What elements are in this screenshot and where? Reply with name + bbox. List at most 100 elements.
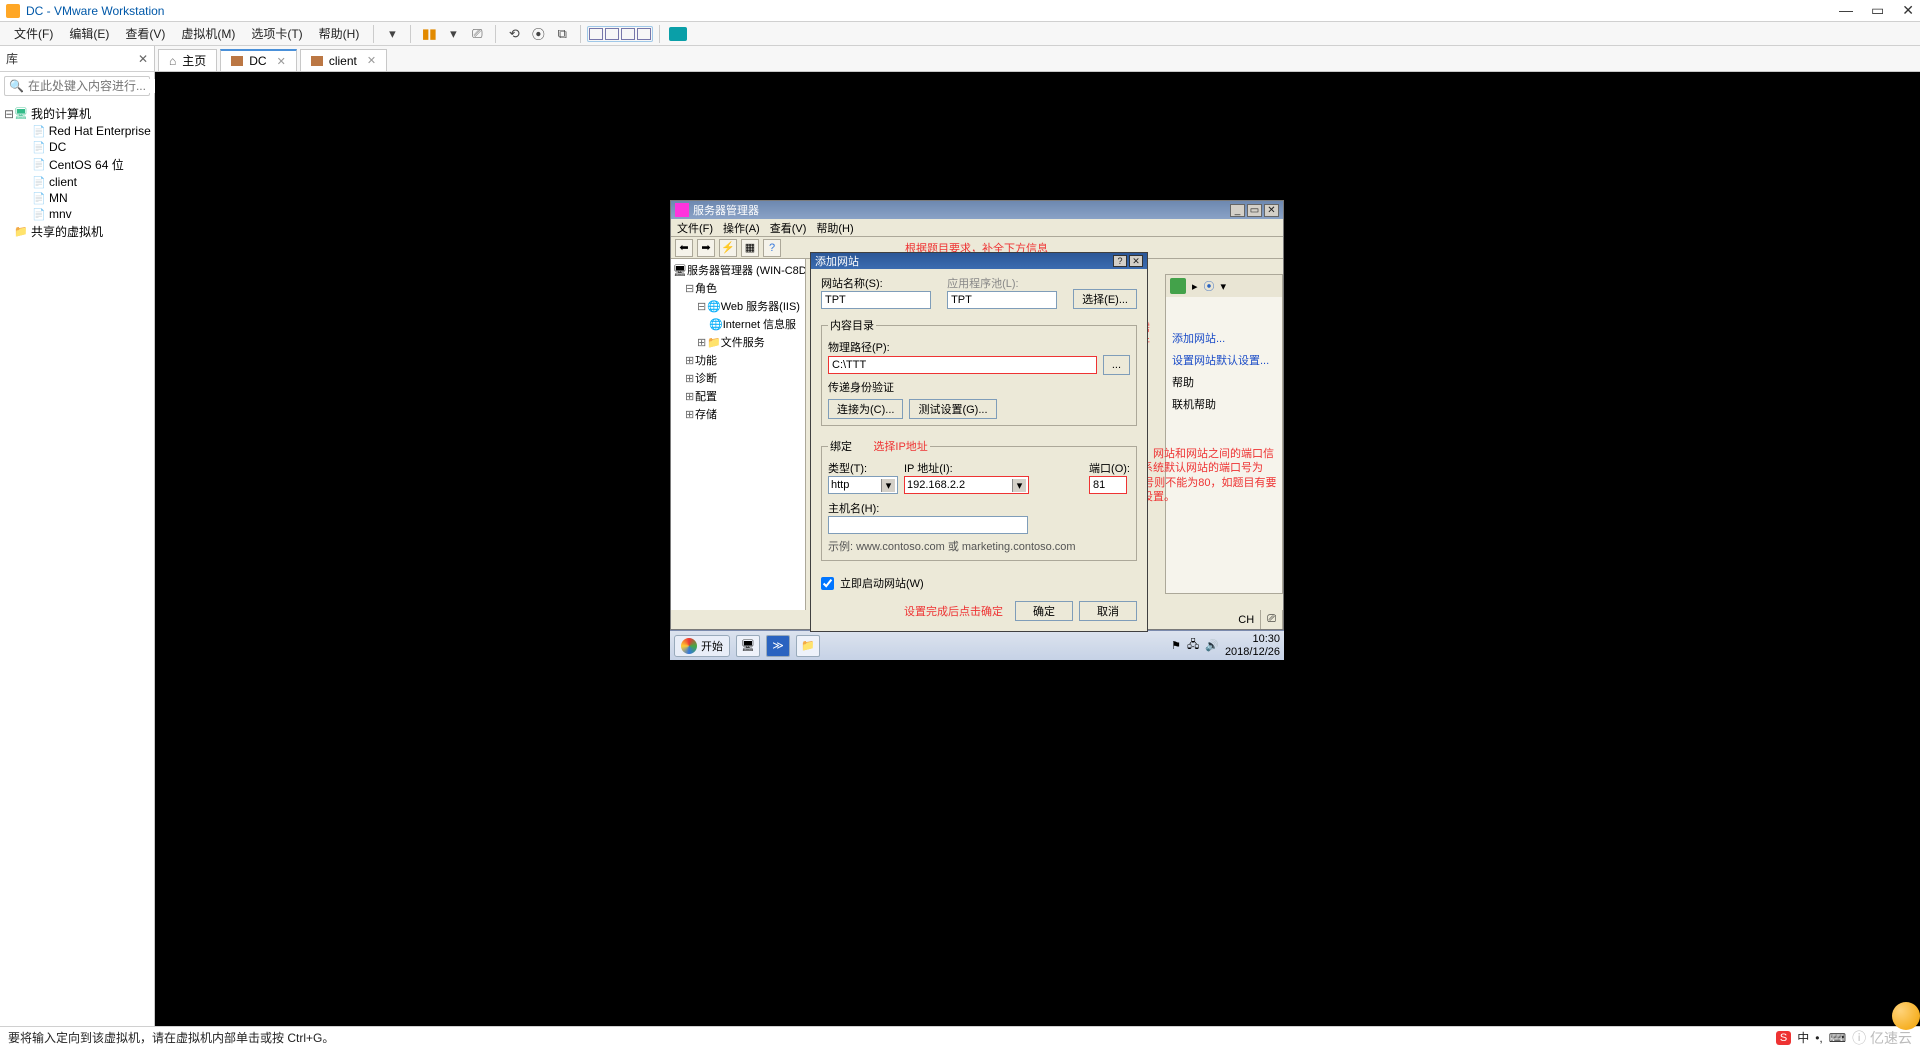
tab-home[interactable]: ⌂主页 bbox=[158, 49, 217, 71]
tree-roles[interactable]: ⊟角色 bbox=[673, 279, 803, 297]
close-button[interactable]: ✕ bbox=[1902, 2, 1914, 19]
dialog-close-button[interactable]: ✕ bbox=[1129, 255, 1143, 267]
send-keys-icon[interactable]: ⎚ bbox=[468, 25, 486, 43]
ip-combo[interactable]: 192.168.2.2▾ bbox=[904, 476, 1029, 494]
power-dropdown-icon[interactable]: ▾ bbox=[444, 25, 462, 43]
tree-item-mnv[interactable]: 📄mnv bbox=[2, 206, 152, 222]
add-site-link[interactable]: 添加网站... bbox=[1166, 327, 1282, 349]
menu-tabs[interactable]: 选项卡(T) bbox=[243, 25, 310, 42]
tree-item-client[interactable]: 📄client bbox=[2, 174, 152, 190]
guest-minimize-button[interactable]: _ bbox=[1230, 204, 1245, 217]
tree-storage[interactable]: ⊞存储 bbox=[673, 405, 803, 423]
vmware-statusbar: 要将输入定向到该虚拟机，请在虚拟机内部单击或按 Ctrl+G。 S 中 •, ⌨… bbox=[0, 1026, 1920, 1048]
phys-path-input[interactable] bbox=[828, 356, 1097, 374]
help-toolbar-icon[interactable]: ? bbox=[763, 239, 781, 257]
type-combo[interactable]: http▾ bbox=[828, 476, 898, 494]
set-defaults-link[interactable]: 设置网站默认设置... bbox=[1166, 349, 1282, 371]
home-toolbar-icon[interactable]: ▦ bbox=[741, 239, 759, 257]
maximize-button[interactable]: ▭ bbox=[1871, 2, 1884, 19]
guest-menu-action[interactable]: 操作(A) bbox=[723, 220, 760, 236]
test-settings-button[interactable]: 测试设置(G)... bbox=[909, 399, 996, 419]
start-immediately-checkbox[interactable] bbox=[821, 577, 834, 590]
taskbar-explorer-icon[interactable]: 📁 bbox=[796, 635, 820, 657]
port-input[interactable] bbox=[1089, 476, 1127, 494]
taskbar-server-manager-icon[interactable]: 🖥 bbox=[736, 635, 760, 657]
taskbar-clock[interactable]: 10:30 2018/12/26 bbox=[1225, 633, 1280, 657]
tree-item-centos[interactable]: 📄CentOS 64 位 bbox=[2, 155, 152, 174]
snapshot-icon[interactable]: ⟲ bbox=[505, 25, 523, 43]
guest-menu-file[interactable]: 文件(F) bbox=[677, 220, 713, 236]
view-mode-4-icon[interactable] bbox=[637, 28, 651, 40]
tree-features[interactable]: ⊞功能 bbox=[673, 351, 803, 369]
help-action-icon[interactable]: ⦿ bbox=[1204, 278, 1215, 294]
connect-as-button[interactable]: 连接为(C)... bbox=[828, 399, 903, 419]
online-help-link[interactable]: 联机帮助 bbox=[1166, 393, 1282, 415]
browse-path-button[interactable]: ... bbox=[1103, 355, 1130, 375]
nav-action-icon[interactable]: ▸ bbox=[1192, 280, 1198, 293]
ime-indicator[interactable]: CH bbox=[1232, 610, 1261, 629]
tree-item-dc[interactable]: 📄DC bbox=[2, 139, 152, 155]
guest-menu-help[interactable]: 帮助(H) bbox=[816, 220, 853, 236]
ime-cn[interactable]: 中 bbox=[1797, 1029, 1809, 1046]
ime-keyboard-icon[interactable]: ⌨ bbox=[1829, 1031, 1846, 1045]
snapshot-revert-icon[interactable]: ⦿ bbox=[529, 25, 547, 43]
start-button[interactable]: 开始 bbox=[674, 635, 730, 657]
pause-icon[interactable]: ▮▮ bbox=[420, 25, 438, 43]
guest-close-button[interactable]: ✕ bbox=[1264, 204, 1279, 217]
view-mode-3-icon[interactable] bbox=[621, 28, 635, 40]
server-manager-titlebar[interactable]: 服务器管理器 _ ▭ ✕ bbox=[671, 201, 1283, 219]
tree-root-node[interactable]: 🖥 服务器管理器 (WIN-C8DD59 bbox=[673, 261, 803, 279]
menu-help[interactable]: 帮助(H) bbox=[311, 25, 368, 42]
tree-shared[interactable]: 📁共享的虚拟机 bbox=[2, 222, 152, 241]
view-mode-2-icon[interactable] bbox=[605, 28, 619, 40]
tray-flag-icon[interactable]: ⚑ bbox=[1171, 639, 1181, 652]
ime-punct-icon[interactable]: •, bbox=[1815, 1031, 1823, 1045]
forward-icon[interactable]: ➡ bbox=[697, 239, 715, 257]
ime-extra-icon[interactable]: ⎚ bbox=[1261, 610, 1283, 629]
menu-file[interactable]: 文件(F) bbox=[6, 25, 61, 42]
tab-close-icon[interactable]: ✕ bbox=[367, 54, 376, 67]
library-close-icon[interactable]: ✕ bbox=[138, 52, 148, 66]
tab-close-icon[interactable]: ✕ bbox=[277, 55, 286, 68]
menu-vm[interactable]: 虚拟机(M) bbox=[173, 25, 243, 42]
tree-config[interactable]: ⊞配置 bbox=[673, 387, 803, 405]
vmware-icon bbox=[6, 4, 20, 18]
tree-role-iis-info[interactable]: 🌐 Internet 信息服 bbox=[673, 315, 803, 333]
refresh-action-icon[interactable] bbox=[1170, 278, 1186, 294]
site-name-input[interactable] bbox=[821, 291, 931, 309]
hostname-input[interactable] bbox=[828, 516, 1028, 534]
select-pool-button[interactable]: 选择(E)... bbox=[1073, 289, 1137, 309]
back-icon[interactable]: ⬅ bbox=[675, 239, 693, 257]
cancel-button[interactable]: 取消 bbox=[1079, 601, 1137, 621]
ok-button[interactable]: 确定 bbox=[1015, 601, 1073, 621]
view-mode-1-icon[interactable] bbox=[589, 28, 603, 40]
taskbar-powershell-icon[interactable]: ≫ bbox=[766, 635, 790, 657]
tree-item-rhel[interactable]: 📄Red Hat Enterprise L bbox=[2, 123, 152, 139]
tab-dc[interactable]: DC✕ bbox=[220, 49, 297, 71]
vm-viewport[interactable]: 服务器管理器 _ ▭ ✕ 文件(F) 操作(A) 查看(V) 帮助(H) ⬅ ➡ bbox=[155, 72, 1920, 1026]
menu-edit[interactable]: 编辑(E) bbox=[61, 25, 117, 42]
app-pool-input[interactable] bbox=[947, 291, 1057, 309]
refresh-icon[interactable]: ⚡ bbox=[719, 239, 737, 257]
ime-badge[interactable]: S bbox=[1776, 1031, 1791, 1045]
snapshot-manager-icon[interactable]: ⧉ bbox=[553, 25, 571, 43]
guest-menu-view[interactable]: 查看(V) bbox=[770, 220, 807, 236]
fullscreen-icon[interactable] bbox=[669, 27, 687, 41]
minimize-button[interactable]: — bbox=[1839, 2, 1853, 19]
library-search[interactable]: 🔍 ▾ bbox=[4, 76, 150, 96]
dialog-titlebar[interactable]: 添加网站 ? ✕ bbox=[811, 253, 1147, 269]
menu-view[interactable]: 查看(V) bbox=[117, 25, 173, 42]
help-link[interactable]: 帮助 bbox=[1166, 371, 1282, 393]
dialog-help-button[interactable]: ? bbox=[1113, 255, 1127, 267]
guest-maximize-button[interactable]: ▭ bbox=[1247, 204, 1262, 217]
chevron-action-icon[interactable]: ▾ bbox=[1221, 280, 1227, 293]
tree-item-mn[interactable]: 📄MN bbox=[2, 190, 152, 206]
tree-diagnostics[interactable]: ⊞诊断 bbox=[673, 369, 803, 387]
dropdown-icon[interactable]: ▾ bbox=[383, 25, 401, 43]
tree-role-iis[interactable]: ⊟🌐 Web 服务器(IIS) bbox=[673, 297, 803, 315]
tree-role-file[interactable]: ⊞📁 文件服务 bbox=[673, 333, 803, 351]
tray-sound-icon[interactable]: 🔊 bbox=[1205, 639, 1219, 652]
tree-root[interactable]: ⊟🖥我的计算机 bbox=[2, 104, 152, 123]
tray-network-icon[interactable]: 🖧 bbox=[1187, 636, 1199, 655]
tab-client[interactable]: client✕ bbox=[300, 49, 387, 71]
